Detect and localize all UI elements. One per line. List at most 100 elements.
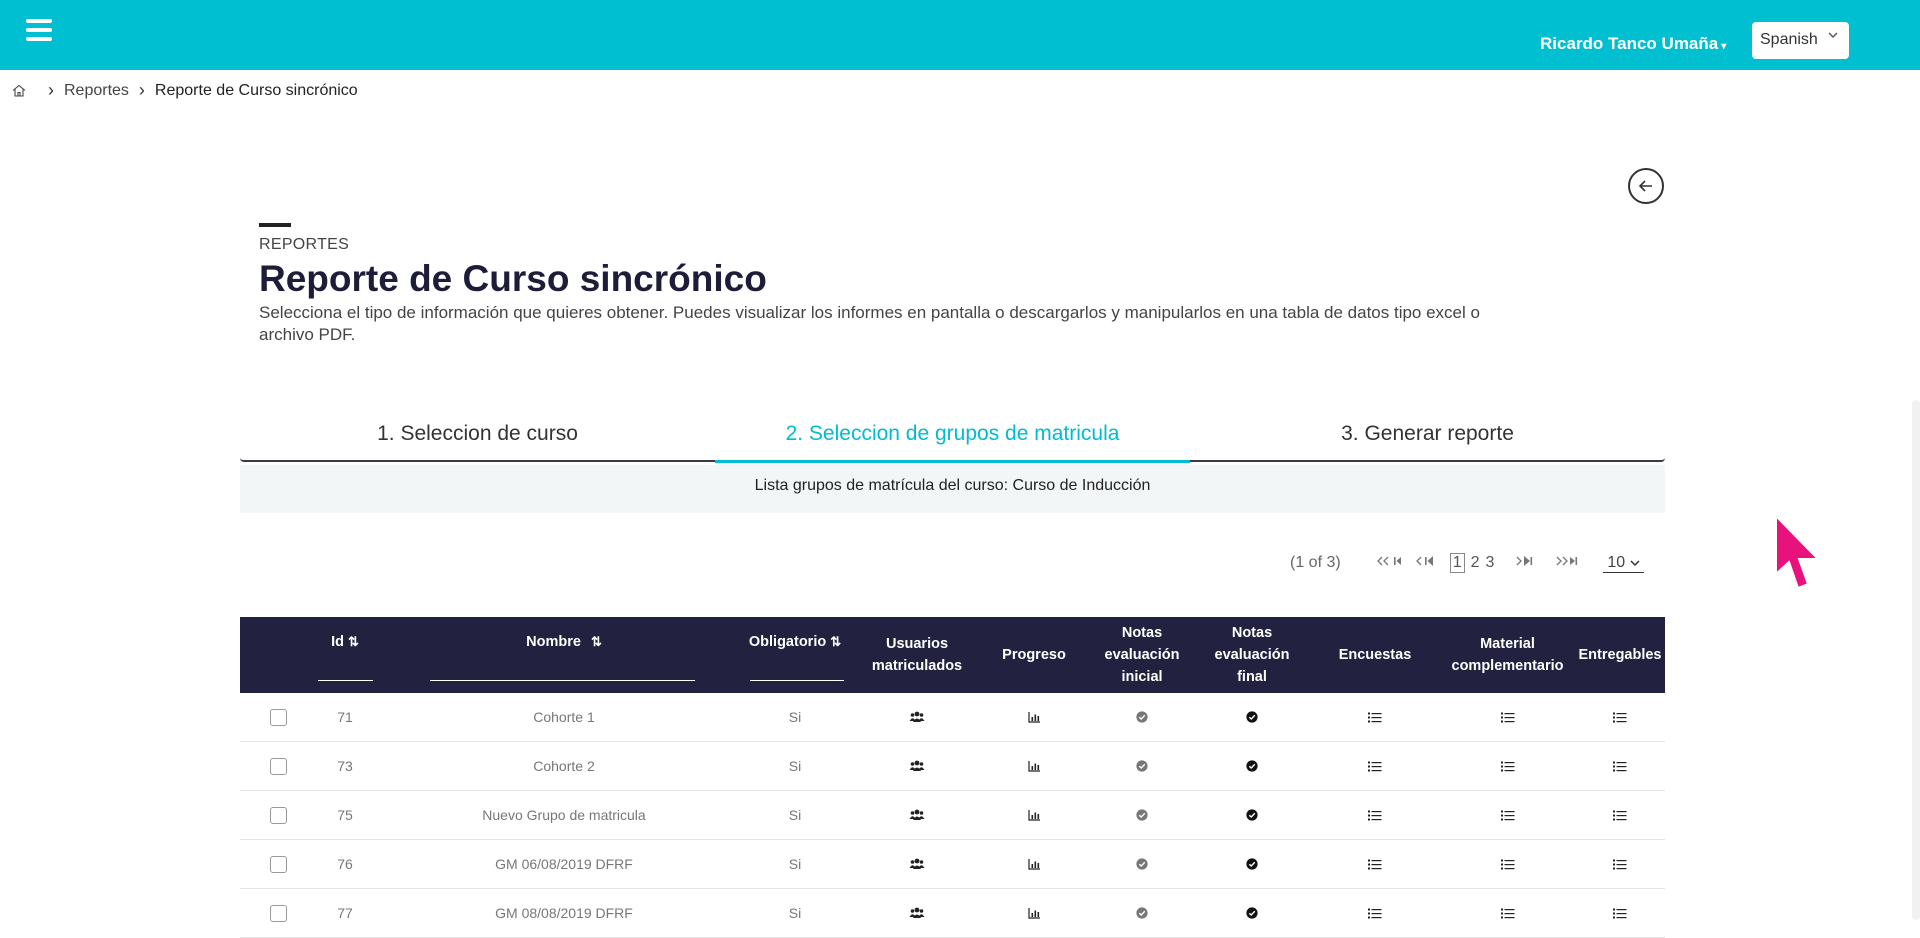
- list-icon[interactable]: [1575, 742, 1665, 790]
- step-seleccion-curso[interactable]: 1. Seleccion de curso: [240, 418, 715, 462]
- bar-chart-icon[interactable]: [992, 840, 1076, 888]
- list-icon[interactable]: [1575, 693, 1665, 741]
- table-row[interactable]: 71 Cohorte 1 Si: [240, 693, 1665, 742]
- language-value: Spanish: [1760, 31, 1818, 48]
- rows-per-page-value: 10: [1607, 553, 1626, 571]
- table-row[interactable]: 75 Nuevo Grupo de matricula Si: [240, 791, 1665, 840]
- list-caption: Lista grupos de matrícula del curso: Cur…: [240, 465, 1665, 513]
- row-checkbox[interactable]: [269, 904, 287, 922]
- table-row[interactable]: 73 Cohorte 2 Si: [240, 742, 1665, 791]
- table-row[interactable]: 76 GM 06/08/2019 DFRF Si: [240, 840, 1665, 889]
- users-icon[interactable]: [868, 693, 966, 741]
- list-icon[interactable]: [1330, 840, 1420, 888]
- row-id: 71: [337, 709, 353, 725]
- users-icon[interactable]: [868, 840, 966, 888]
- table-header: Id ⇅ Nombre ⇅ Obligatorio ⇅ Usuarios matric…: [240, 617, 1665, 693]
- first-page-icon[interactable]: [1375, 554, 1403, 572]
- col-header-obligatorio[interactable]: Obligatorio ⇅: [740, 617, 850, 693]
- list-icon[interactable]: [1440, 840, 1575, 888]
- list-icon[interactable]: [1575, 791, 1665, 839]
- check-circle-icon[interactable]: [1210, 742, 1294, 790]
- home-icon[interactable]: [12, 84, 26, 97]
- chevron-down-icon: [1630, 559, 1640, 566]
- paginator-status: (1 of 3): [1290, 554, 1341, 571]
- check-circle-gray-icon[interactable]: [1100, 693, 1184, 741]
- bar-chart-icon[interactable]: [992, 742, 1076, 790]
- check-circle-gray-icon[interactable]: [1100, 742, 1184, 790]
- list-icon[interactable]: [1440, 742, 1575, 790]
- paginator: (1 of 3) 1 2 3 10: [1290, 553, 1644, 573]
- col-obligatorio-label: Obligatorio: [748, 634, 827, 650]
- caret-down-icon: ▾: [1721, 41, 1727, 52]
- list-icon[interactable]: [1330, 791, 1420, 839]
- row-checkbox[interactable]: [269, 757, 287, 775]
- bar-chart-icon[interactable]: [992, 791, 1076, 839]
- step-generar-reporte[interactable]: 3. Generar reporte: [1190, 418, 1665, 462]
- col-header-nombre[interactable]: Nombre ⇅: [430, 617, 698, 693]
- list-icon[interactable]: [1440, 693, 1575, 741]
- check-circle-icon[interactable]: [1210, 889, 1294, 937]
- row-checkbox[interactable]: [269, 708, 287, 726]
- check-circle-icon[interactable]: [1210, 693, 1294, 741]
- row-nombre: GM 08/08/2019 DFRF: [495, 905, 633, 921]
- bar-chart-icon[interactable]: [992, 889, 1076, 937]
- list-icon[interactable]: [1330, 742, 1420, 790]
- row-nombre: Nuevo Grupo de matricula: [482, 807, 646, 823]
- language-select[interactable]: Spanish: [1752, 22, 1849, 59]
- check-circle-gray-icon[interactable]: [1100, 791, 1184, 839]
- list-icon[interactable]: [1440, 889, 1575, 937]
- sort-icon: ⇅: [590, 634, 602, 649]
- user-menu[interactable]: Ricardo Tanco Umaña ▾: [1540, 34, 1726, 54]
- col-header-material: Material complementario: [1451, 636, 1564, 674]
- col-header-id[interactable]: Id ⇅: [315, 617, 375, 693]
- check-circle-icon[interactable]: [1210, 840, 1294, 888]
- bar-chart-icon[interactable]: [992, 693, 1076, 741]
- users-icon[interactable]: [868, 791, 966, 839]
- sort-icon: ⇅: [347, 634, 359, 649]
- list-icon[interactable]: [1330, 693, 1420, 741]
- row-obligatorio: Si: [788, 758, 802, 774]
- row-checkbox[interactable]: [269, 855, 287, 873]
- last-page-icon[interactable]: [1555, 554, 1583, 572]
- check-circle-gray-icon[interactable]: [1100, 889, 1184, 937]
- col-header-entregables: Entregables: [1578, 647, 1662, 663]
- rows-per-page-select[interactable]: 10: [1603, 553, 1644, 573]
- sort-icon: ⇅: [830, 634, 842, 649]
- page-description: Selecciona el tipo de información que qu…: [259, 303, 1480, 344]
- row-id: 73: [337, 758, 353, 774]
- page-1[interactable]: 1: [1449, 553, 1465, 573]
- row-nombre: Cohorte 2: [533, 758, 595, 774]
- users-icon[interactable]: [868, 889, 966, 937]
- users-icon[interactable]: [868, 742, 966, 790]
- row-obligatorio: Si: [788, 856, 802, 872]
- row-obligatorio: Si: [788, 905, 802, 921]
- row-nombre: GM 06/08/2019 DFRF: [495, 856, 633, 872]
- arrow-left-icon: [1638, 180, 1652, 192]
- page-3[interactable]: 3: [1486, 554, 1495, 572]
- col-header-progreso: Progreso: [1002, 647, 1066, 663]
- title-accent-line: [259, 223, 291, 227]
- list-icon[interactable]: [1440, 791, 1575, 839]
- prev-page-icon[interactable]: [1415, 554, 1441, 572]
- chevron-down-icon: [1827, 29, 1839, 44]
- list-icon[interactable]: [1330, 889, 1420, 937]
- page-2[interactable]: 2: [1471, 554, 1480, 572]
- scrollbar-thumb[interactable]: [1912, 400, 1920, 920]
- top-bar: Ricardo Tanco Umaña ▾ Spanish: [0, 0, 1920, 70]
- row-obligatorio: Si: [788, 709, 802, 725]
- hamburger-menu-icon[interactable]: [26, 19, 52, 45]
- check-circle-gray-icon[interactable]: [1100, 840, 1184, 888]
- check-circle-icon[interactable]: [1210, 791, 1294, 839]
- col-id-label: Id: [331, 634, 344, 650]
- list-icon[interactable]: [1575, 889, 1665, 937]
- table-row[interactable]: 77 GM 08/08/2019 DFRF Si: [240, 889, 1665, 938]
- step-seleccion-grupos[interactable]: 2. Seleccion de grupos de matricula: [715, 418, 1190, 463]
- next-page-icon[interactable]: [1515, 554, 1537, 572]
- breadcrumb-reportes-link[interactable]: Reportes: [64, 82, 129, 100]
- back-button[interactable]: [1628, 168, 1664, 204]
- page-kicker: REPORTES: [259, 236, 350, 253]
- list-icon[interactable]: [1575, 840, 1665, 888]
- col-header-encuestas: Encuestas: [1338, 647, 1412, 663]
- chevron-right-icon: ›: [138, 80, 145, 100]
- row-checkbox[interactable]: [269, 806, 287, 824]
